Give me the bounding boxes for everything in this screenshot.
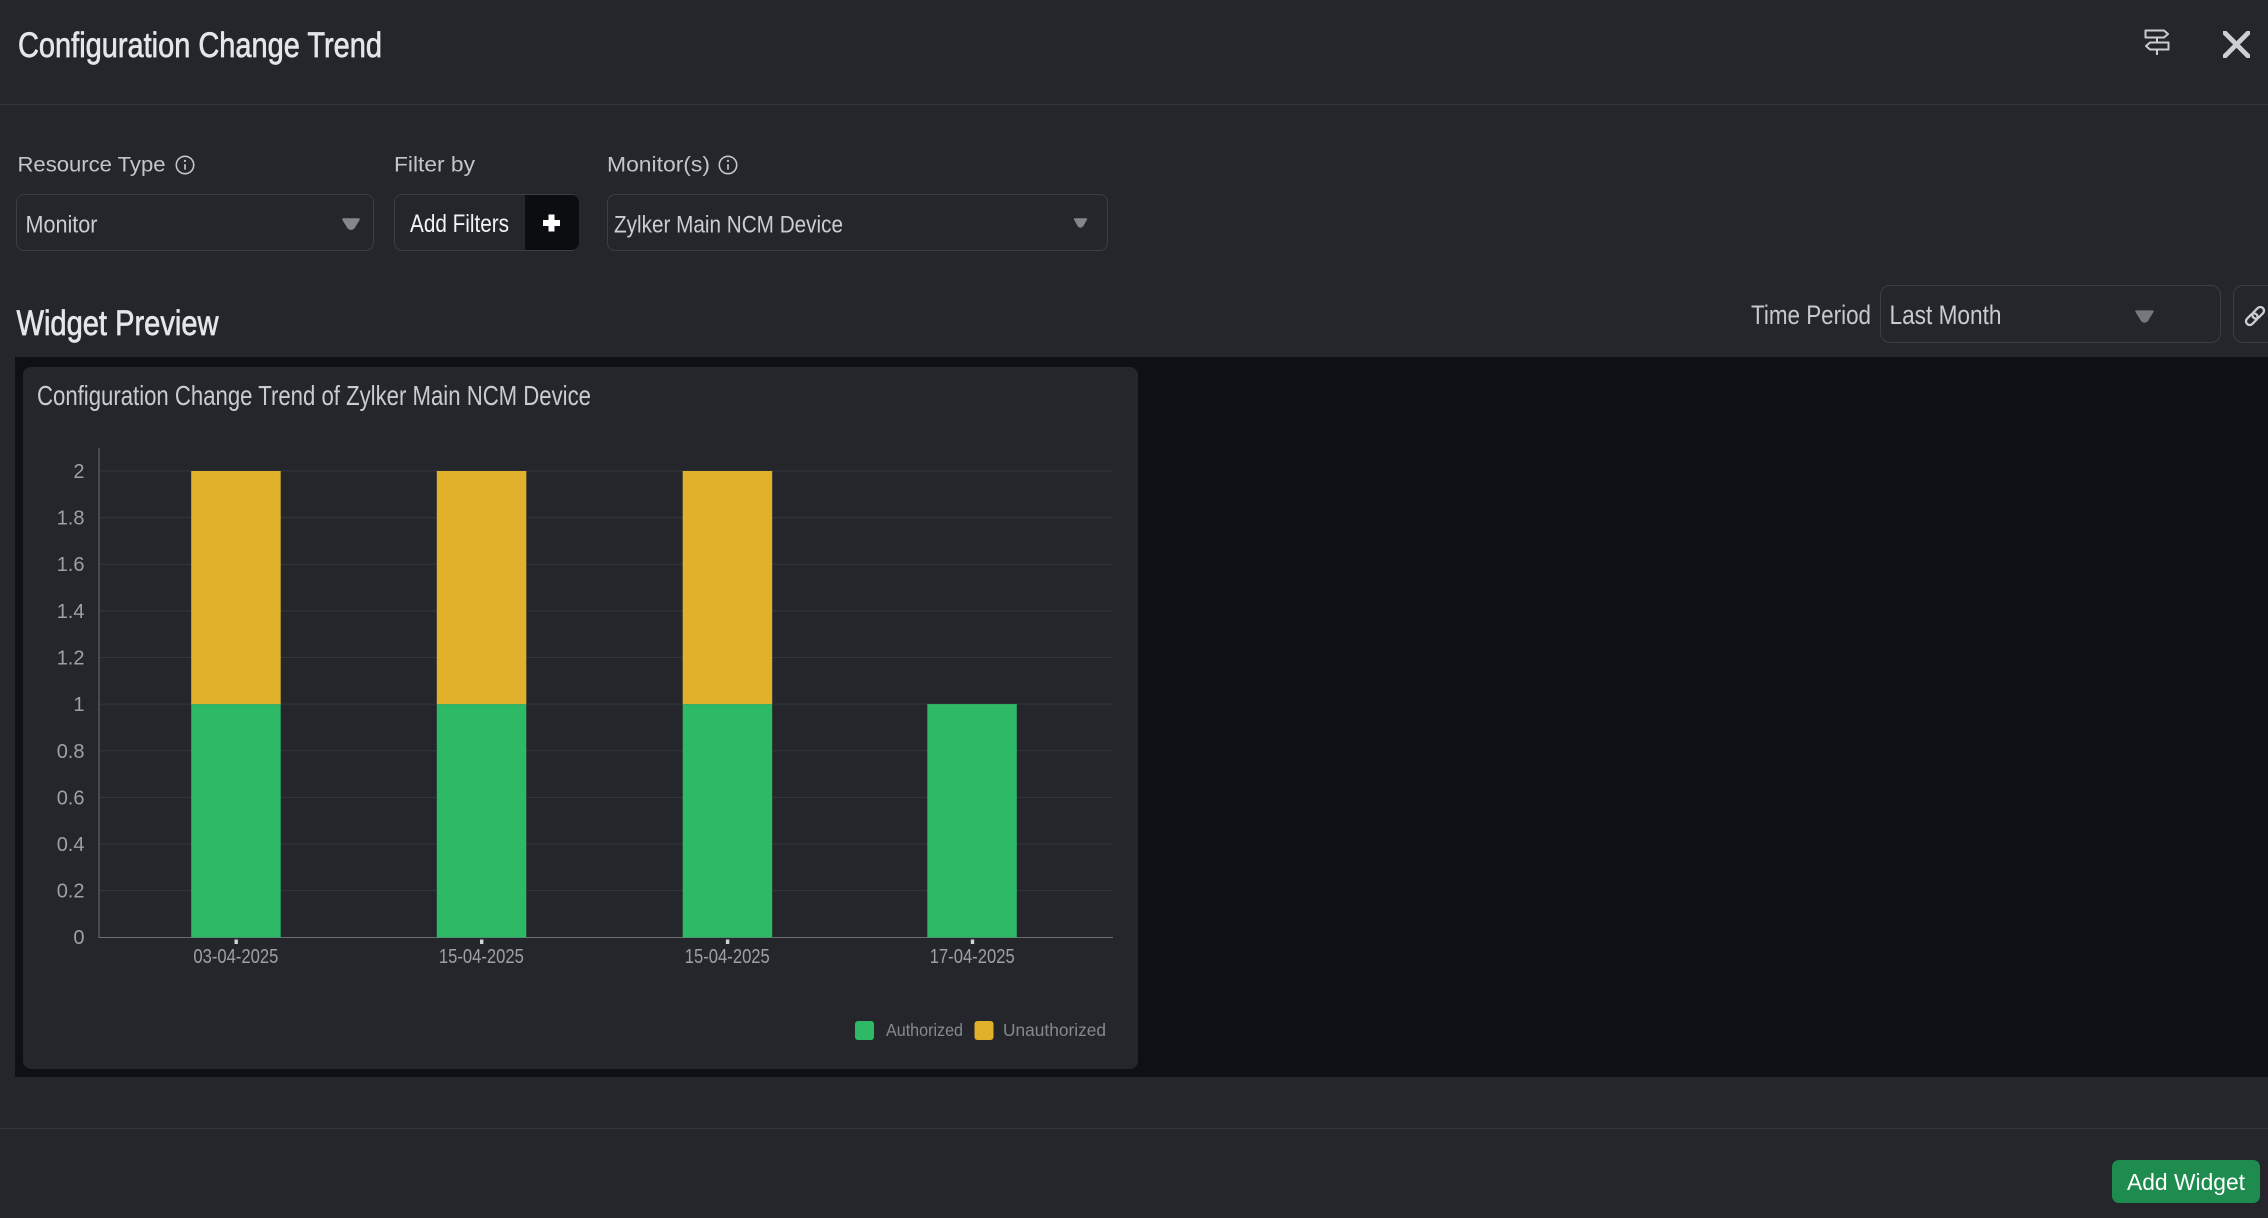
- svg-text:0.4: 0.4: [57, 834, 85, 856]
- svg-text:Resource Type: Resource Type: [18, 153, 166, 177]
- svg-text:1.8: 1.8: [57, 508, 85, 530]
- svg-text:Configuration Change Trend: Configuration Change Trend: [18, 25, 382, 65]
- svg-text:1.6: 1.6: [57, 554, 85, 576]
- svg-text:Configuration Change Trend of: Configuration Change Trend of Zylker Mai…: [37, 380, 591, 411]
- svg-text:Monitor(s): Monitor(s): [607, 153, 710, 177]
- svg-text:Add Widget: Add Widget: [2127, 1169, 2246, 1195]
- svg-text:Zylker Main NCM Device: Zylker Main NCM Device: [614, 212, 843, 239]
- svg-text:Time Period: Time Period: [1751, 300, 1871, 330]
- svg-text:03-04-2025: 03-04-2025: [193, 946, 278, 968]
- svg-text:1.2: 1.2: [57, 648, 85, 670]
- svg-text:0.2: 0.2: [57, 881, 85, 903]
- svg-text:0: 0: [73, 927, 84, 949]
- svg-text:Filter by: Filter by: [394, 153, 475, 177]
- svg-text:Unauthorized: Unauthorized: [1003, 1020, 1106, 1040]
- svg-text:Last Month: Last Month: [1890, 300, 2002, 330]
- svg-text:1: 1: [73, 694, 84, 716]
- svg-text:0.8: 0.8: [57, 741, 85, 763]
- svg-text:Widget Preview: Widget Preview: [17, 303, 219, 343]
- svg-text:Monitor: Monitor: [26, 212, 98, 239]
- svg-text:15-04-2025: 15-04-2025: [685, 946, 770, 968]
- svg-text:2: 2: [73, 461, 84, 483]
- svg-text:1.4: 1.4: [57, 601, 85, 623]
- svg-text:Authorized: Authorized: [886, 1020, 963, 1040]
- svg-text:15-04-2025: 15-04-2025: [439, 946, 524, 968]
- svg-text:17-04-2025: 17-04-2025: [930, 946, 1015, 968]
- svg-text:0.6: 0.6: [57, 787, 85, 809]
- svg-text:Add Filters: Add Filters: [410, 210, 509, 238]
